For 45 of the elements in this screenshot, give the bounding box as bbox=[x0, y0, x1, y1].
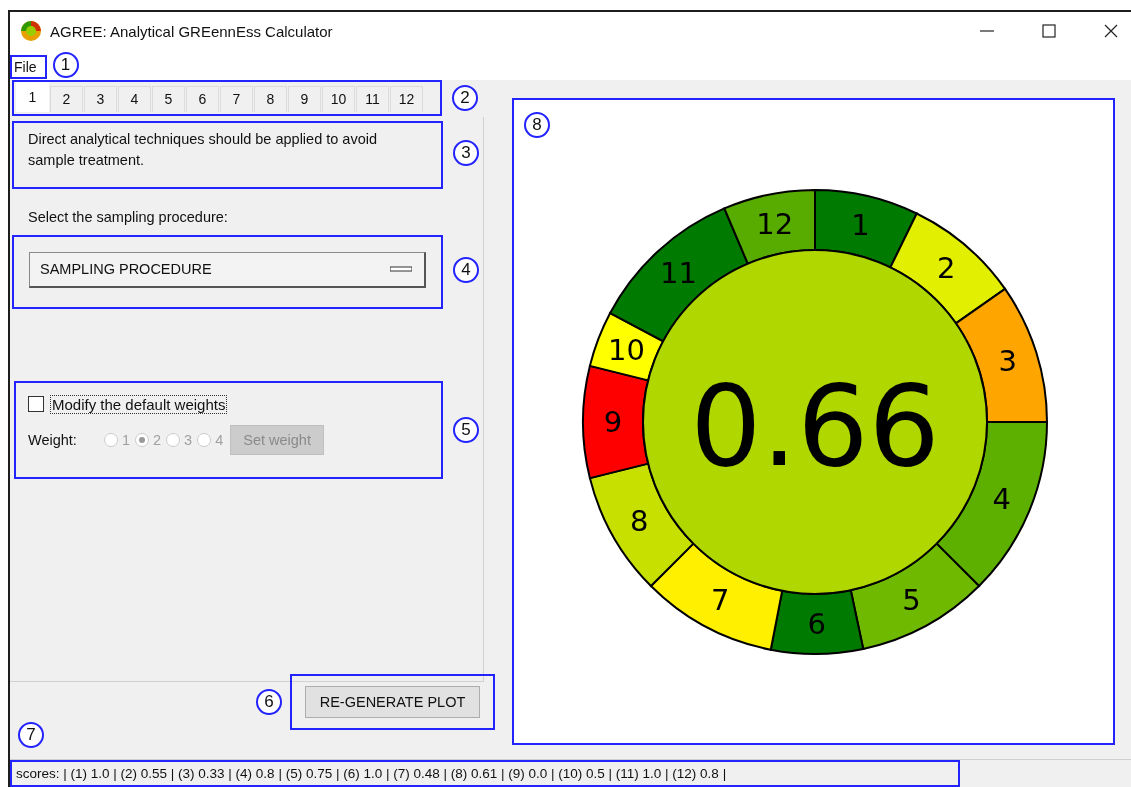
dropdown-indicator-icon bbox=[390, 266, 412, 273]
annotation-marker: 2 bbox=[452, 84, 478, 111]
annotation-marker: 5 bbox=[453, 416, 479, 443]
tab[interactable]: 8 bbox=[254, 85, 287, 112]
sampling-dropdown[interactable]: SAMPLING PROCEDURE bbox=[29, 251, 426, 288]
segment-label: 7 bbox=[710, 583, 730, 618]
segment-label: 9 bbox=[603, 404, 623, 439]
tab[interactable]: 9 bbox=[288, 85, 321, 112]
scores-text: scores: | (1) 1.0 | (2) 0.55 | (3) 0.33 | (4) 0.8 | (5) 0.75 | (6) 1.0 | (7) 0.48 | (8) 0.61 | (9) 0.0 | (10) 0.5 | (11) 1.0 | (12) 0.8 | bbox=[16, 766, 727, 781]
segment-label: 1 bbox=[851, 208, 870, 243]
segment-label: 2 bbox=[936, 251, 956, 286]
tab[interactable]: 10 bbox=[322, 85, 355, 112]
segment-label: 3 bbox=[998, 344, 1017, 379]
tab[interactable]: 4 bbox=[118, 85, 151, 112]
regenerate-plot-button[interactable]: RE-GENERATE PLOT bbox=[304, 685, 481, 718]
close-icon[interactable] bbox=[1103, 23, 1119, 40]
tab[interactable]: 3 bbox=[84, 85, 117, 112]
annotation-marker: 4 bbox=[453, 256, 479, 283]
segment-label: 4 bbox=[992, 482, 1011, 517]
tab[interactable]: 1 bbox=[16, 81, 49, 112]
menu-item[interactable]: File bbox=[14, 59, 37, 76]
window-title: AGREE: Analytical GREennEss Calculator bbox=[50, 22, 333, 40]
weight-label: Weight: bbox=[28, 432, 77, 449]
tab[interactable]: 12 bbox=[390, 85, 423, 112]
tab[interactable]: 7 bbox=[220, 85, 253, 112]
app-logo-icon bbox=[20, 20, 42, 43]
segment-label: 11 bbox=[660, 255, 697, 290]
annotation-marker: 7 bbox=[18, 721, 44, 748]
sampling-label: Select the sampling procedure: bbox=[28, 208, 229, 227]
annotation-marker: 6 bbox=[256, 688, 282, 715]
principle-text: Direct analytical techniques should be applied to avoid sample treatment. bbox=[28, 130, 378, 168]
segment-label: 10 bbox=[607, 332, 645, 367]
maximize-icon[interactable] bbox=[1041, 23, 1057, 40]
segment-label: 12 bbox=[756, 206, 794, 241]
tab[interactable]: 6 bbox=[186, 85, 219, 112]
tab[interactable]: 5 bbox=[152, 85, 185, 112]
segment-label: 6 bbox=[807, 606, 826, 641]
overall-score: 0.66 bbox=[690, 360, 940, 491]
annotation-marker: 3 bbox=[453, 139, 479, 166]
annotation-marker: 8 bbox=[524, 111, 550, 138]
tab[interactable]: 2 bbox=[50, 85, 83, 112]
segment-label: 5 bbox=[902, 582, 921, 617]
segment-label: 8 bbox=[629, 504, 649, 539]
annotation-marker: 1 bbox=[52, 52, 79, 79]
tab[interactable]: 11 bbox=[356, 85, 389, 112]
